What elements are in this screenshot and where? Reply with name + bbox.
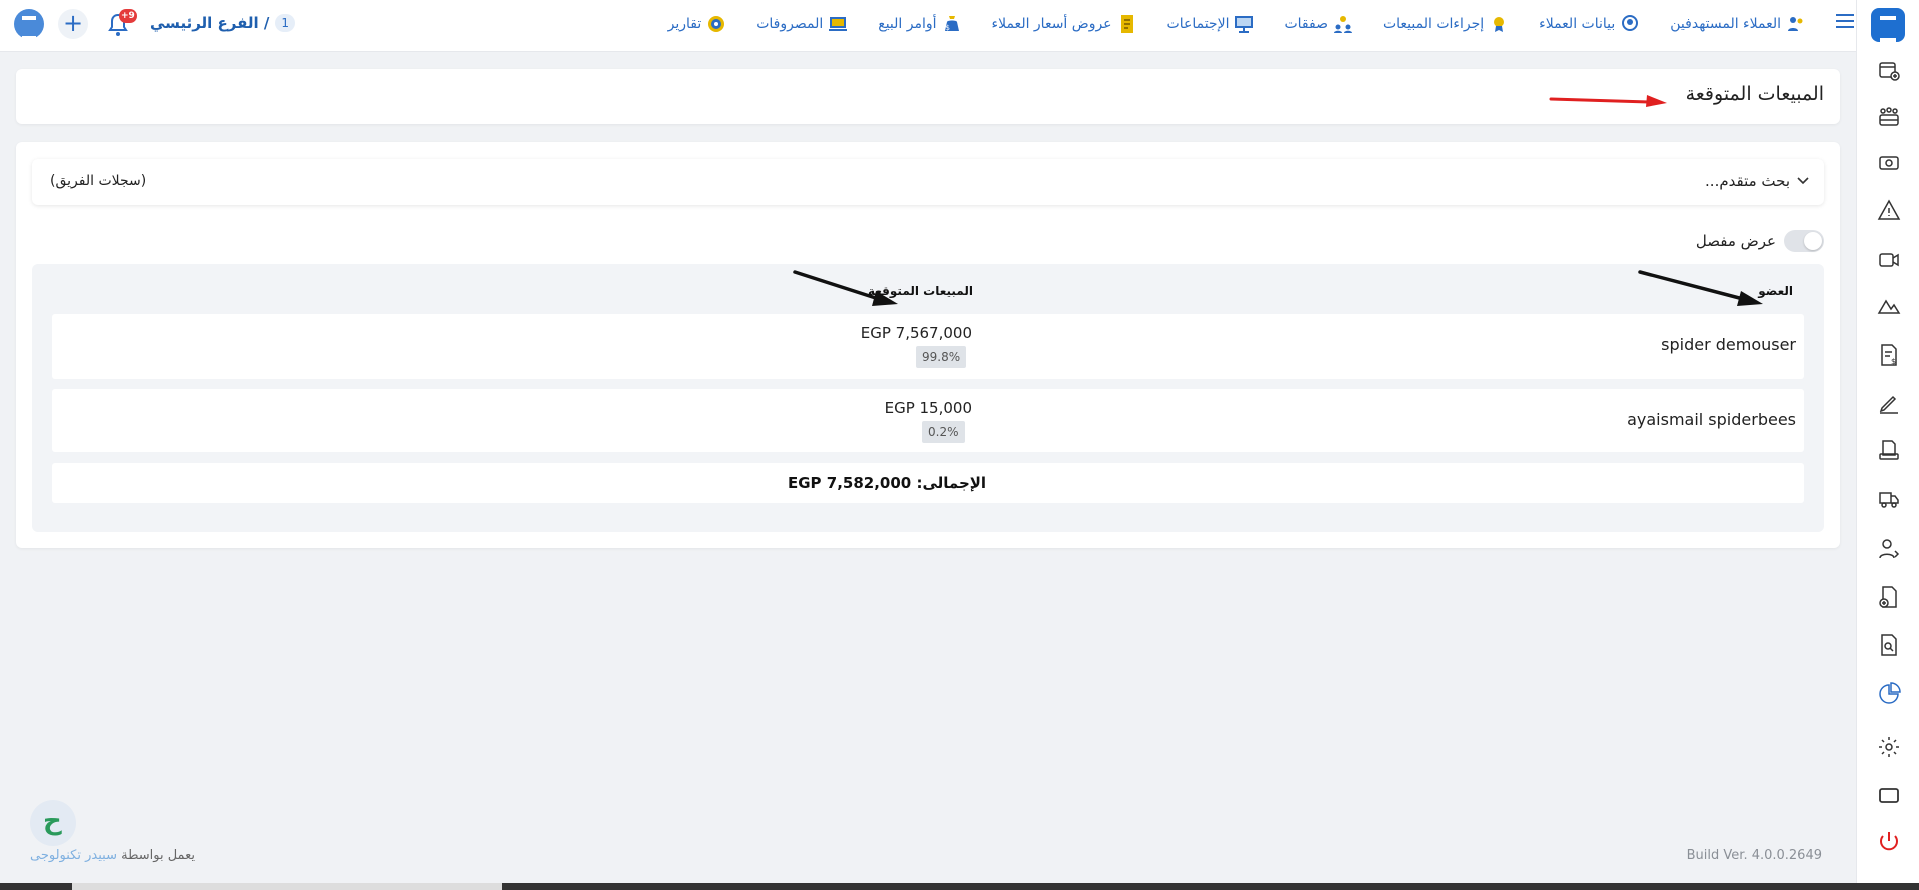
expected-sales-amount: EGP 7,567,000 [860, 324, 972, 342]
delivery-document-icon[interactable] [1877, 439, 1901, 463]
team-records-label: (سجلات الفريق) [50, 173, 147, 189]
nav-deals[interactable]: صفقات [1284, 14, 1353, 34]
notification-count-badge: +9 [119, 9, 137, 23]
total-amount: الإجمالى: EGP 7,582,000 [788, 474, 987, 492]
landscape-icon[interactable] [1877, 294, 1901, 318]
expected-sales-table: العضو المبيعات المتوقعة spider demouser … [32, 264, 1824, 532]
deals-icon [1333, 16, 1352, 33]
window-icon[interactable] [1877, 783, 1901, 807]
nav-label: صفقات [1284, 16, 1328, 32]
nav-expenses[interactable]: المصروفات [756, 14, 848, 34]
nav-label: إجراءات المبيعات [1382, 16, 1485, 32]
chat-widget-icon[interactable]: ح [30, 800, 76, 846]
right-sidebar: $ [1856, 0, 1919, 890]
black-annotation-arrow-icon [793, 270, 898, 306]
branch-name: الفرع الرئيسي / [150, 14, 270, 32]
nav-customer-data[interactable]: بيانات العملاء [1539, 14, 1640, 34]
pie-chart-icon[interactable] [1877, 682, 1901, 706]
settings-gear-icon[interactable] [1877, 735, 1901, 759]
nav-label: بيانات العملاء [1539, 16, 1616, 32]
sales-orders-icon: $ [944, 16, 959, 32]
nav-quotations[interactable]: عروض أسعار العملاء [992, 14, 1137, 34]
percent-badge: 99.8% [916, 346, 967, 368]
branch-selector[interactable]: 1 الفرع الرئيسي / [150, 13, 296, 33]
table-row: spider demouser EGP 7,567,000 99.8% [52, 314, 1804, 379]
money-icon[interactable] [1877, 151, 1901, 175]
warning-icon[interactable] [1877, 198, 1901, 222]
user-phone-icon[interactable] [1877, 537, 1901, 561]
nav-label: تقارير [667, 16, 702, 32]
detailed-view-toggle[interactable] [1784, 230, 1824, 252]
sales-actions-icon [1494, 17, 1505, 32]
nav-reports[interactable]: تقارير [668, 14, 727, 34]
svg-text:$: $ [1891, 357, 1896, 366]
main-card: بحث متقدم... (سجلات الفريق) عرض مفصل الع… [16, 142, 1840, 548]
add-button[interactable]: + [58, 9, 88, 39]
invoice-dollar-icon[interactable]: $ [1877, 343, 1901, 367]
detailed-view-label: عرض مفصل [1695, 232, 1776, 250]
table-row: ayaismail spiderbees EGP 15,000 0.2% [52, 389, 1804, 452]
nav-label: الإجتماعات [1166, 16, 1230, 32]
brand-logo-icon[interactable] [1871, 8, 1905, 42]
chevron-down-icon [1797, 177, 1809, 185]
powered-brand-link[interactable]: سبيدر تكنولوجى [30, 848, 117, 863]
detailed-view-toggle-row: عرض مفصل [1696, 230, 1824, 252]
red-annotation-arrow-icon [1549, 95, 1667, 107]
video-call-icon[interactable] [1877, 248, 1901, 272]
svg-text:$: $ [945, 24, 949, 32]
nav-target-customers[interactable]: العملاء المستهدفين [1670, 14, 1806, 34]
target-customers-icon [1788, 17, 1803, 31]
percent-badge: 0.2% [922, 421, 965, 443]
quotations-icon [1120, 15, 1133, 33]
top-bar: + +9 1 الفرع الرئيسي / العملاء المستهدفي… [0, 0, 1856, 52]
black-annotation-arrow-icon [1638, 270, 1763, 306]
build-version: Build Ver. 4.0.0.2649 [1686, 848, 1822, 863]
branch-number-badge: 1 [275, 14, 296, 32]
signature-icon[interactable] [1877, 391, 1901, 415]
nav-label: العملاء المستهدفين [1670, 16, 1781, 32]
nav-label: أوامر البيع [878, 16, 937, 32]
customer-data-icon [1622, 15, 1639, 31]
power-logout-icon[interactable] [1877, 829, 1901, 853]
advanced-search-toggle[interactable]: بحث متقدم... [1705, 172, 1810, 190]
page-title: المبيعات المتوقعة [1685, 83, 1824, 105]
expenses-icon [829, 17, 848, 31]
bottom-strip [0, 883, 1919, 890]
app-logo-icon[interactable] [14, 9, 44, 40]
document-add-icon[interactable] [1877, 585, 1901, 609]
member-name: ayaismail spiderbees [1627, 410, 1796, 429]
meetings-icon [1235, 16, 1254, 33]
table-total-row: الإجمالى: EGP 7,582,000 [52, 463, 1804, 503]
nav-meetings[interactable]: الإجتماعات [1167, 14, 1255, 34]
document-search-icon[interactable] [1877, 633, 1901, 657]
calendar-add-icon[interactable] [1877, 59, 1901, 83]
nav-sales-orders[interactable]: $ أوامر البيع [878, 14, 961, 34]
top-nav: العملاء المستهدفين بيانات العملاء إجراءا… [668, 12, 1806, 36]
reports-icon [708, 16, 725, 32]
powered-by-text: يعمل بواسطة سبيدر تكنولوجى [30, 848, 195, 863]
team-icon[interactable] [1877, 105, 1901, 129]
expected-sales-amount: EGP 15,000 [884, 399, 972, 417]
nav-sales-actions[interactable]: إجراءات المبيعات [1383, 14, 1509, 34]
hamburger-menu-icon[interactable] [1836, 14, 1854, 30]
advanced-search-label: بحث متقدم... [1705, 172, 1790, 190]
nav-label: عروض أسعار العملاء [991, 16, 1112, 32]
member-name: spider demouser [1661, 335, 1796, 354]
advanced-search-panel[interactable]: بحث متقدم... (سجلات الفريق) [32, 159, 1824, 205]
powered-prefix: يعمل بواسطة [121, 848, 195, 863]
truck-icon[interactable] [1877, 487, 1901, 511]
nav-label: المصروفات [756, 16, 824, 32]
